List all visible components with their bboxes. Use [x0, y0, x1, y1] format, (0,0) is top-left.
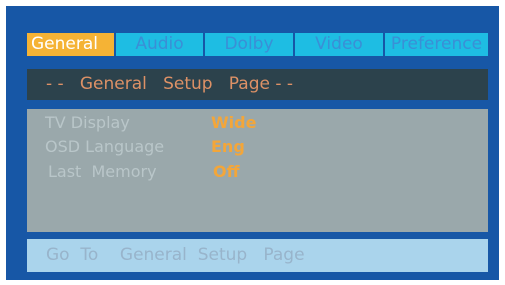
tab-preference[interactable]: Preference [385, 33, 488, 56]
setting-label: Last Memory [48, 162, 157, 181]
setting-label: OSD Language [45, 137, 165, 156]
page-title-bar: - - General Setup Page - - [27, 69, 488, 100]
setting-label: TV Display [45, 113, 130, 132]
tab-dolby[interactable]: Dolby [205, 33, 295, 56]
setting-value[interactable]: Eng [211, 136, 245, 158]
setting-row-last-memory[interactable]: Last Memory Off [27, 161, 488, 183]
tab-video[interactable]: Video [295, 33, 385, 56]
setting-row-osd-language[interactable]: OSD Language Eng [27, 136, 488, 158]
tab-general[interactable]: General [27, 33, 116, 56]
status-hint-bar: Go To General Setup Page [27, 239, 488, 272]
menu-tab-bar: General Audio Dolby Video Preference [27, 33, 488, 56]
settings-panel: TV Display Wide OSD Language Eng Last Me… [27, 109, 488, 232]
setting-row-tv-display[interactable]: TV Display Wide [27, 112, 488, 134]
setting-value[interactable]: Wide [211, 112, 256, 134]
setup-menu-screen: General Audio Dolby Video Preference - -… [6, 6, 499, 280]
tab-audio[interactable]: Audio [116, 33, 205, 56]
setting-value[interactable]: Off [213, 161, 240, 183]
